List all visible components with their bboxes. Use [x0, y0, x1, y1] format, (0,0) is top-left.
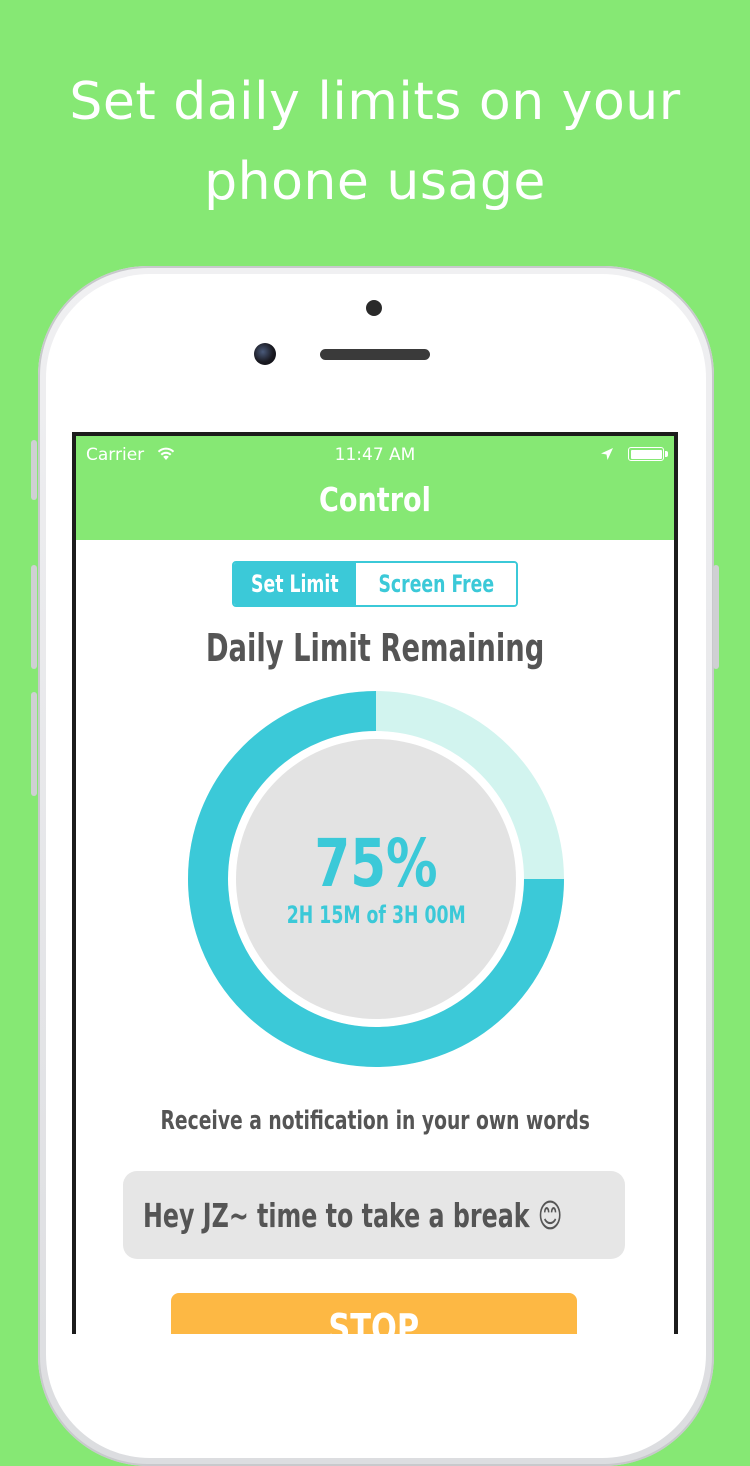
headline: Set daily limits on your phone usage: [0, 62, 750, 222]
progress-ring-labels: 75% 2H 15M of 3H 00M: [188, 691, 564, 1067]
stop-button[interactable]: STOP: [171, 1293, 577, 1334]
notification-label-text: Receive a notification in your own words: [160, 1106, 590, 1136]
headline-line-1: Set daily limits on your: [69, 72, 681, 132]
navigation-bar: Carrier 11:47 AM Control: [76, 436, 674, 540]
stop-button-label: STOP: [328, 1306, 420, 1334]
battery-level: [630, 449, 662, 459]
notification-message-text: Hey JZ~ time to take a break 😊: [143, 1195, 563, 1235]
percent-remaining: 75%: [314, 825, 438, 902]
tab-screen-free[interactable]: Screen Free: [355, 563, 516, 605]
battery-icon: [628, 447, 668, 461]
limit-title: Daily Limit Remaining: [76, 626, 674, 670]
limit-title-text: Daily Limit Remaining: [205, 626, 545, 670]
tab-set-limit[interactable]: Set Limit: [234, 563, 356, 605]
progress-ring: 75% 2H 15M of 3H 00M: [188, 691, 564, 1067]
phone-screen: Carrier 11:47 AM Control Set Limit Scree…: [72, 432, 678, 1334]
power-button: [713, 565, 719, 669]
app-screen: Carrier 11:47 AM Control Set Limit Scree…: [76, 436, 674, 1334]
front-camera-icon: [254, 343, 276, 365]
headline-line-2: phone usage: [204, 152, 546, 212]
time-remaining-detail: 2H 15M of 3H 00M: [286, 901, 466, 929]
tab-screen-free-label: Screen Free: [378, 570, 494, 598]
volume-down-button: [31, 692, 37, 796]
mode-segmented-control[interactable]: Set Limit Screen Free: [232, 561, 518, 607]
page-title: Control: [319, 480, 431, 519]
mute-switch: [31, 440, 37, 500]
notification-message-field[interactable]: Hey JZ~ time to take a break 😊: [123, 1171, 625, 1259]
status-time: 11:47 AM: [334, 445, 416, 465]
earpiece-speaker: [320, 349, 430, 360]
proximity-sensor: [366, 300, 382, 316]
volume-up-button: [31, 565, 37, 669]
tab-set-limit-label: Set Limit: [251, 570, 339, 598]
status-bar: Carrier 11:47 AM: [76, 436, 674, 476]
notification-label: Receive a notification in your own words: [76, 1106, 674, 1136]
location-icon: [601, 448, 613, 460]
